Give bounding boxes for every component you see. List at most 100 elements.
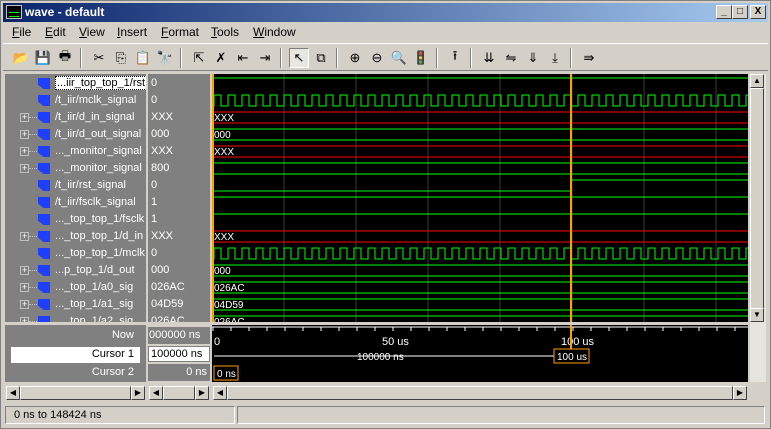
menu-format[interactable]: Format bbox=[161, 25, 199, 39]
scroll-down-button[interactable]: ▼ bbox=[750, 308, 764, 322]
signal-row[interactable]: + ..._top_1/a0_sig bbox=[5, 279, 146, 296]
expand-icon[interactable]: + bbox=[20, 130, 29, 139]
signal-value-row[interactable]: 026AC bbox=[148, 279, 210, 296]
scroll-right-button[interactable]: ▶ bbox=[131, 386, 145, 400]
delete-cursor-icon[interactable]: ✗ bbox=[211, 48, 231, 68]
step-icon[interactable]: ⇛ bbox=[579, 48, 599, 68]
minimize-button[interactable]: _ bbox=[716, 5, 732, 19]
print-icon[interactable]: 🖶 bbox=[55, 48, 75, 68]
paste-icon[interactable]: 📋 bbox=[133, 48, 153, 68]
scroll-thumb[interactable] bbox=[227, 386, 733, 400]
scroll-right-button[interactable]: ▶ bbox=[733, 386, 747, 400]
expand-icon[interactable]: + bbox=[20, 232, 29, 241]
copy-icon[interactable]: ⎘ bbox=[111, 48, 131, 68]
maximize-button[interactable]: □ bbox=[732, 5, 748, 19]
signal-row[interactable]: + ...p_top_1/d_out bbox=[5, 262, 146, 279]
zoom-full-icon[interactable]: 🔍 bbox=[389, 48, 409, 68]
signal-row[interactable]: + /t_iir/d_in_signal bbox=[5, 109, 146, 126]
signal-value-row[interactable]: 0 bbox=[148, 92, 210, 109]
expand-icon[interactable]: + bbox=[20, 300, 29, 309]
signal-row[interactable]: ...iir_top_top_1/rst bbox=[5, 75, 146, 92]
menu-file[interactable]: File bbox=[12, 25, 31, 39]
scroll-left-button[interactable]: ◀ bbox=[149, 386, 163, 400]
timeline-canvas[interactable]: 0 50 us 100 us 100000 ns 100 us 0 ns bbox=[212, 325, 748, 382]
signal-row[interactable]: + ..._top_1/a1_sig bbox=[5, 296, 146, 313]
signal-values-pane[interactable]: 0 0 XXX 000 XXX 800 0 1 1 XXX 0 000 026AC 04D59 026AC bbox=[148, 74, 210, 322]
zoom-out-icon[interactable]: ⊖ bbox=[367, 48, 387, 68]
waveform-horizontal-scrollbar[interactable]: ◀ ▶ bbox=[212, 385, 748, 401]
restart-icon[interactable]: ⭱ bbox=[445, 48, 465, 68]
signal-row[interactable]: + ..._monitor_signal bbox=[5, 143, 146, 160]
expand-icon[interactable]: + bbox=[20, 113, 29, 122]
signal-row[interactable]: /t_iir/rst_signal bbox=[5, 177, 146, 194]
cut-icon[interactable]: ✂ bbox=[89, 48, 109, 68]
cursor2-value-row[interactable]: 0 ns bbox=[148, 364, 210, 381]
values-horizontal-scrollbar[interactable]: ◀ ▶ bbox=[148, 385, 210, 401]
scroll-left-button[interactable]: ◀ bbox=[213, 386, 227, 400]
expand-icon[interactable]: + bbox=[20, 266, 29, 275]
menu-edit[interactable]: Edit bbox=[45, 25, 66, 39]
zoom-mode-icon[interactable]: ⧉ bbox=[311, 48, 331, 68]
cursor1-row[interactable]: Cursor 1 bbox=[5, 346, 146, 363]
scroll-left-button[interactable]: ◀ bbox=[6, 386, 20, 400]
save-icon[interactable]: 💾 bbox=[33, 48, 53, 68]
signal-value-row[interactable]: 800 bbox=[148, 160, 210, 177]
signal-row[interactable]: + /t_iir/d_out_signal bbox=[5, 126, 146, 143]
stop-icon[interactable]: 🚦 bbox=[411, 48, 431, 68]
next-edge-icon[interactable]: ⇥ bbox=[255, 48, 275, 68]
menu-tools[interactable]: Tools bbox=[211, 25, 239, 39]
continue-icon[interactable]: ⇋ bbox=[501, 48, 521, 68]
signal-row[interactable]: + ..._monitor_signal bbox=[5, 160, 146, 177]
title-bar[interactable]: wave - default _ □ X bbox=[3, 3, 768, 22]
signal-value-row[interactable]: 0 bbox=[148, 177, 210, 194]
expand-icon[interactable]: + bbox=[20, 317, 29, 322]
signal-value-row[interactable]: 000 bbox=[148, 262, 210, 279]
signal-value-row[interactable]: XXX bbox=[148, 143, 210, 160]
signal-value-row[interactable]: 026AC bbox=[148, 313, 210, 322]
signal-names-pane[interactable]: ...iir_top_top_1/rst/t_iir/mclk_signal + /… bbox=[5, 74, 146, 322]
prev-edge-icon[interactable]: ⇤ bbox=[233, 48, 253, 68]
scroll-thumb[interactable] bbox=[750, 88, 764, 310]
signal-value-row[interactable]: XXX bbox=[148, 228, 210, 245]
signal-value-row[interactable]: 000 bbox=[148, 126, 210, 143]
break-icon[interactable]: ⤓ bbox=[545, 48, 565, 68]
cursor2-row[interactable]: Cursor 2 bbox=[5, 364, 146, 381]
open-icon[interactable]: 📂 bbox=[11, 48, 31, 68]
signal-value-row[interactable]: XXX bbox=[148, 109, 210, 126]
signal-row[interactable]: /t_iir/mclk_signal bbox=[5, 92, 146, 109]
run-all-icon[interactable]: ⇓ bbox=[523, 48, 543, 68]
expand-icon[interactable]: + bbox=[20, 283, 29, 292]
menu-window[interactable]: Window bbox=[253, 25, 296, 39]
scroll-thumb[interactable] bbox=[20, 386, 131, 400]
menu-view[interactable]: View bbox=[79, 25, 105, 39]
scroll-right-button[interactable]: ▶ bbox=[195, 386, 209, 400]
signal-row[interactable]: /t_iir/fsclk_signal bbox=[5, 194, 146, 211]
insert-cursor-icon[interactable]: ⇱ bbox=[189, 48, 209, 68]
signal-value-row[interactable]: 0 bbox=[148, 245, 210, 262]
menu-insert[interactable]: Insert bbox=[117, 25, 147, 39]
close-button[interactable]: X bbox=[750, 5, 766, 19]
select-mode-icon[interactable]: ↖ bbox=[289, 48, 309, 68]
scroll-up-button[interactable]: ▲ bbox=[750, 74, 764, 88]
zoom-in-icon[interactable]: ⊕ bbox=[345, 48, 365, 68]
signal-row[interactable]: + ..._top_1/a2_sig bbox=[5, 313, 146, 322]
expand-icon[interactable]: + bbox=[20, 147, 29, 156]
waveform-canvas[interactable]: XXX 000 XXX 000 026AC 04D59 026AC XXX bbox=[212, 74, 748, 322]
find-icon[interactable]: 🔭 bbox=[155, 48, 175, 68]
signal-value-row[interactable]: 0 bbox=[148, 75, 210, 92]
app-icon[interactable] bbox=[6, 5, 22, 19]
cursor1-value-row[interactable]: 100000 ns bbox=[148, 346, 210, 363]
cursor-timeline-pane[interactable]: 0 50 us 100 us 100000 ns 100 us 0 ns bbox=[212, 325, 748, 382]
signal-row[interactable]: ..._top_top_1/mclk bbox=[5, 245, 146, 262]
signal-row[interactable]: + ..._top_top_1/d_in bbox=[5, 228, 146, 245]
scroll-thumb[interactable] bbox=[163, 386, 195, 400]
waveform-pane[interactable]: XXX 000 XXX 000 026AC 04D59 026AC XXX bbox=[212, 74, 748, 322]
signal-value-row[interactable]: 1 bbox=[148, 211, 210, 228]
expand-icon[interactable]: + bbox=[20, 164, 29, 173]
names-horizontal-scrollbar[interactable]: ◀ ▶ bbox=[5, 385, 146, 401]
signal-row[interactable]: ..._top_top_1/fsclk bbox=[5, 211, 146, 228]
signal-value-row[interactable]: 04D59 bbox=[148, 296, 210, 313]
signal-value-row[interactable]: 1 bbox=[148, 194, 210, 211]
waveform-vertical-scrollbar[interactable]: ▲ ▼ bbox=[750, 74, 766, 382]
run-icon[interactable]: ⇊ bbox=[479, 48, 499, 68]
